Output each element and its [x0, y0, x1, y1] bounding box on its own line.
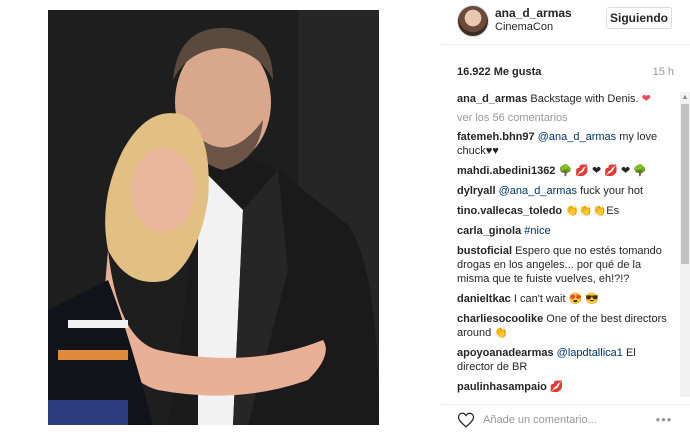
ellipsis-icon[interactable]: •••: [653, 411, 675, 427]
comment-mention[interactable]: @ana_d_armas: [499, 185, 577, 197]
comment-item: fatemeh.bhn97 @ana_d_armas my love chuck…: [457, 130, 675, 158]
comment-username[interactable]: tino.vallecas_toledo: [457, 205, 562, 217]
photo-illustration: [48, 10, 379, 425]
comment-username[interactable]: dylryall: [457, 185, 496, 197]
comment-username[interactable]: charliesocoolike: [457, 313, 543, 325]
comment-username[interactable]: danieltkac: [457, 293, 511, 305]
heart-emoji-icon: ❤: [641, 93, 651, 105]
comment-text: 💋: [549, 381, 564, 393]
following-button[interactable]: Siguiendo: [606, 7, 672, 29]
comment-item: tino.vallecas_toledo 👏👏👏Es: [457, 204, 675, 218]
view-all-comments-link[interactable]: ver los 56 comentarios: [457, 111, 675, 125]
comment-item: dylryall @ana_d_armas fuck your hot: [457, 184, 675, 198]
caption-text: Backstage with Denis.: [530, 93, 639, 105]
caption-username[interactable]: ana_d_armas: [457, 93, 527, 105]
comment-username[interactable]: bustoficial: [457, 245, 512, 257]
comment-username[interactable]: fatemeh.bhn97: [457, 131, 535, 143]
header-divider: [441, 44, 690, 45]
comment-item: danieltkac I can't wait 😍 😎: [457, 292, 675, 306]
scroll-thumb[interactable]: [681, 104, 689, 264]
comment-item: carla_ginola #nice: [457, 224, 675, 238]
comments-list: ana_d_armas Backstage with Denis. ❤ ver …: [457, 92, 675, 397]
comment-mention[interactable]: @ana_d_armas: [538, 131, 616, 143]
comment-text: 👏👏👏Es: [565, 205, 620, 217]
post-photo[interactable]: [48, 10, 379, 425]
comment-item: charliesocoolike One of the best directo…: [457, 312, 675, 340]
post-header: ana_d_armas CinemaCon Siguiendo: [441, 0, 690, 44]
scroll-up-arrow-icon[interactable]: ▲: [680, 92, 690, 102]
post-username[interactable]: ana_d_armas: [495, 6, 572, 20]
comment-item: mahdi.abedini1362 🌳 💋 ❤ 💋 ❤ 🌳: [457, 164, 675, 178]
comment-item: apoyoanadearmas @lapdtallica1 El directo…: [457, 346, 675, 374]
comments-scrollbar[interactable]: ▲: [680, 92, 690, 397]
post-location[interactable]: CinemaCon: [495, 21, 553, 33]
likes-count[interactable]: 16.922 Me gusta: [457, 66, 541, 78]
comment-item: paulinhasampaio 💋: [457, 380, 675, 394]
avatar[interactable]: [457, 5, 489, 37]
comment-footer: •••: [441, 405, 690, 442]
add-comment-input[interactable]: [483, 409, 643, 431]
comment-username[interactable]: mahdi.abedini1362: [457, 165, 555, 177]
comment-emojis: 🌳 💋 ❤ 💋 ❤ 🌳: [558, 165, 648, 177]
comment-hashtag[interactable]: #nice: [524, 225, 550, 237]
post-time[interactable]: 15 h: [653, 66, 674, 78]
comment-item: bustoficial Espero que no estés tomando …: [457, 244, 675, 286]
comment-username[interactable]: paulinhasampaio: [457, 381, 547, 393]
comment-mention[interactable]: @lapdtallica1: [557, 347, 623, 359]
comment-username[interactable]: carla_ginola: [457, 225, 521, 237]
comment-username[interactable]: apoyoanadearmas: [457, 347, 554, 359]
post-side-panel: ana_d_armas CinemaCon Siguiendo 16.922 M…: [441, 0, 690, 442]
caption: ana_d_armas Backstage with Denis. ❤: [457, 92, 675, 106]
heart-outline-icon[interactable]: [457, 411, 475, 429]
comment-text: I can't wait 😍 😎: [513, 293, 600, 305]
comment-text: fuck your hot: [580, 185, 644, 197]
